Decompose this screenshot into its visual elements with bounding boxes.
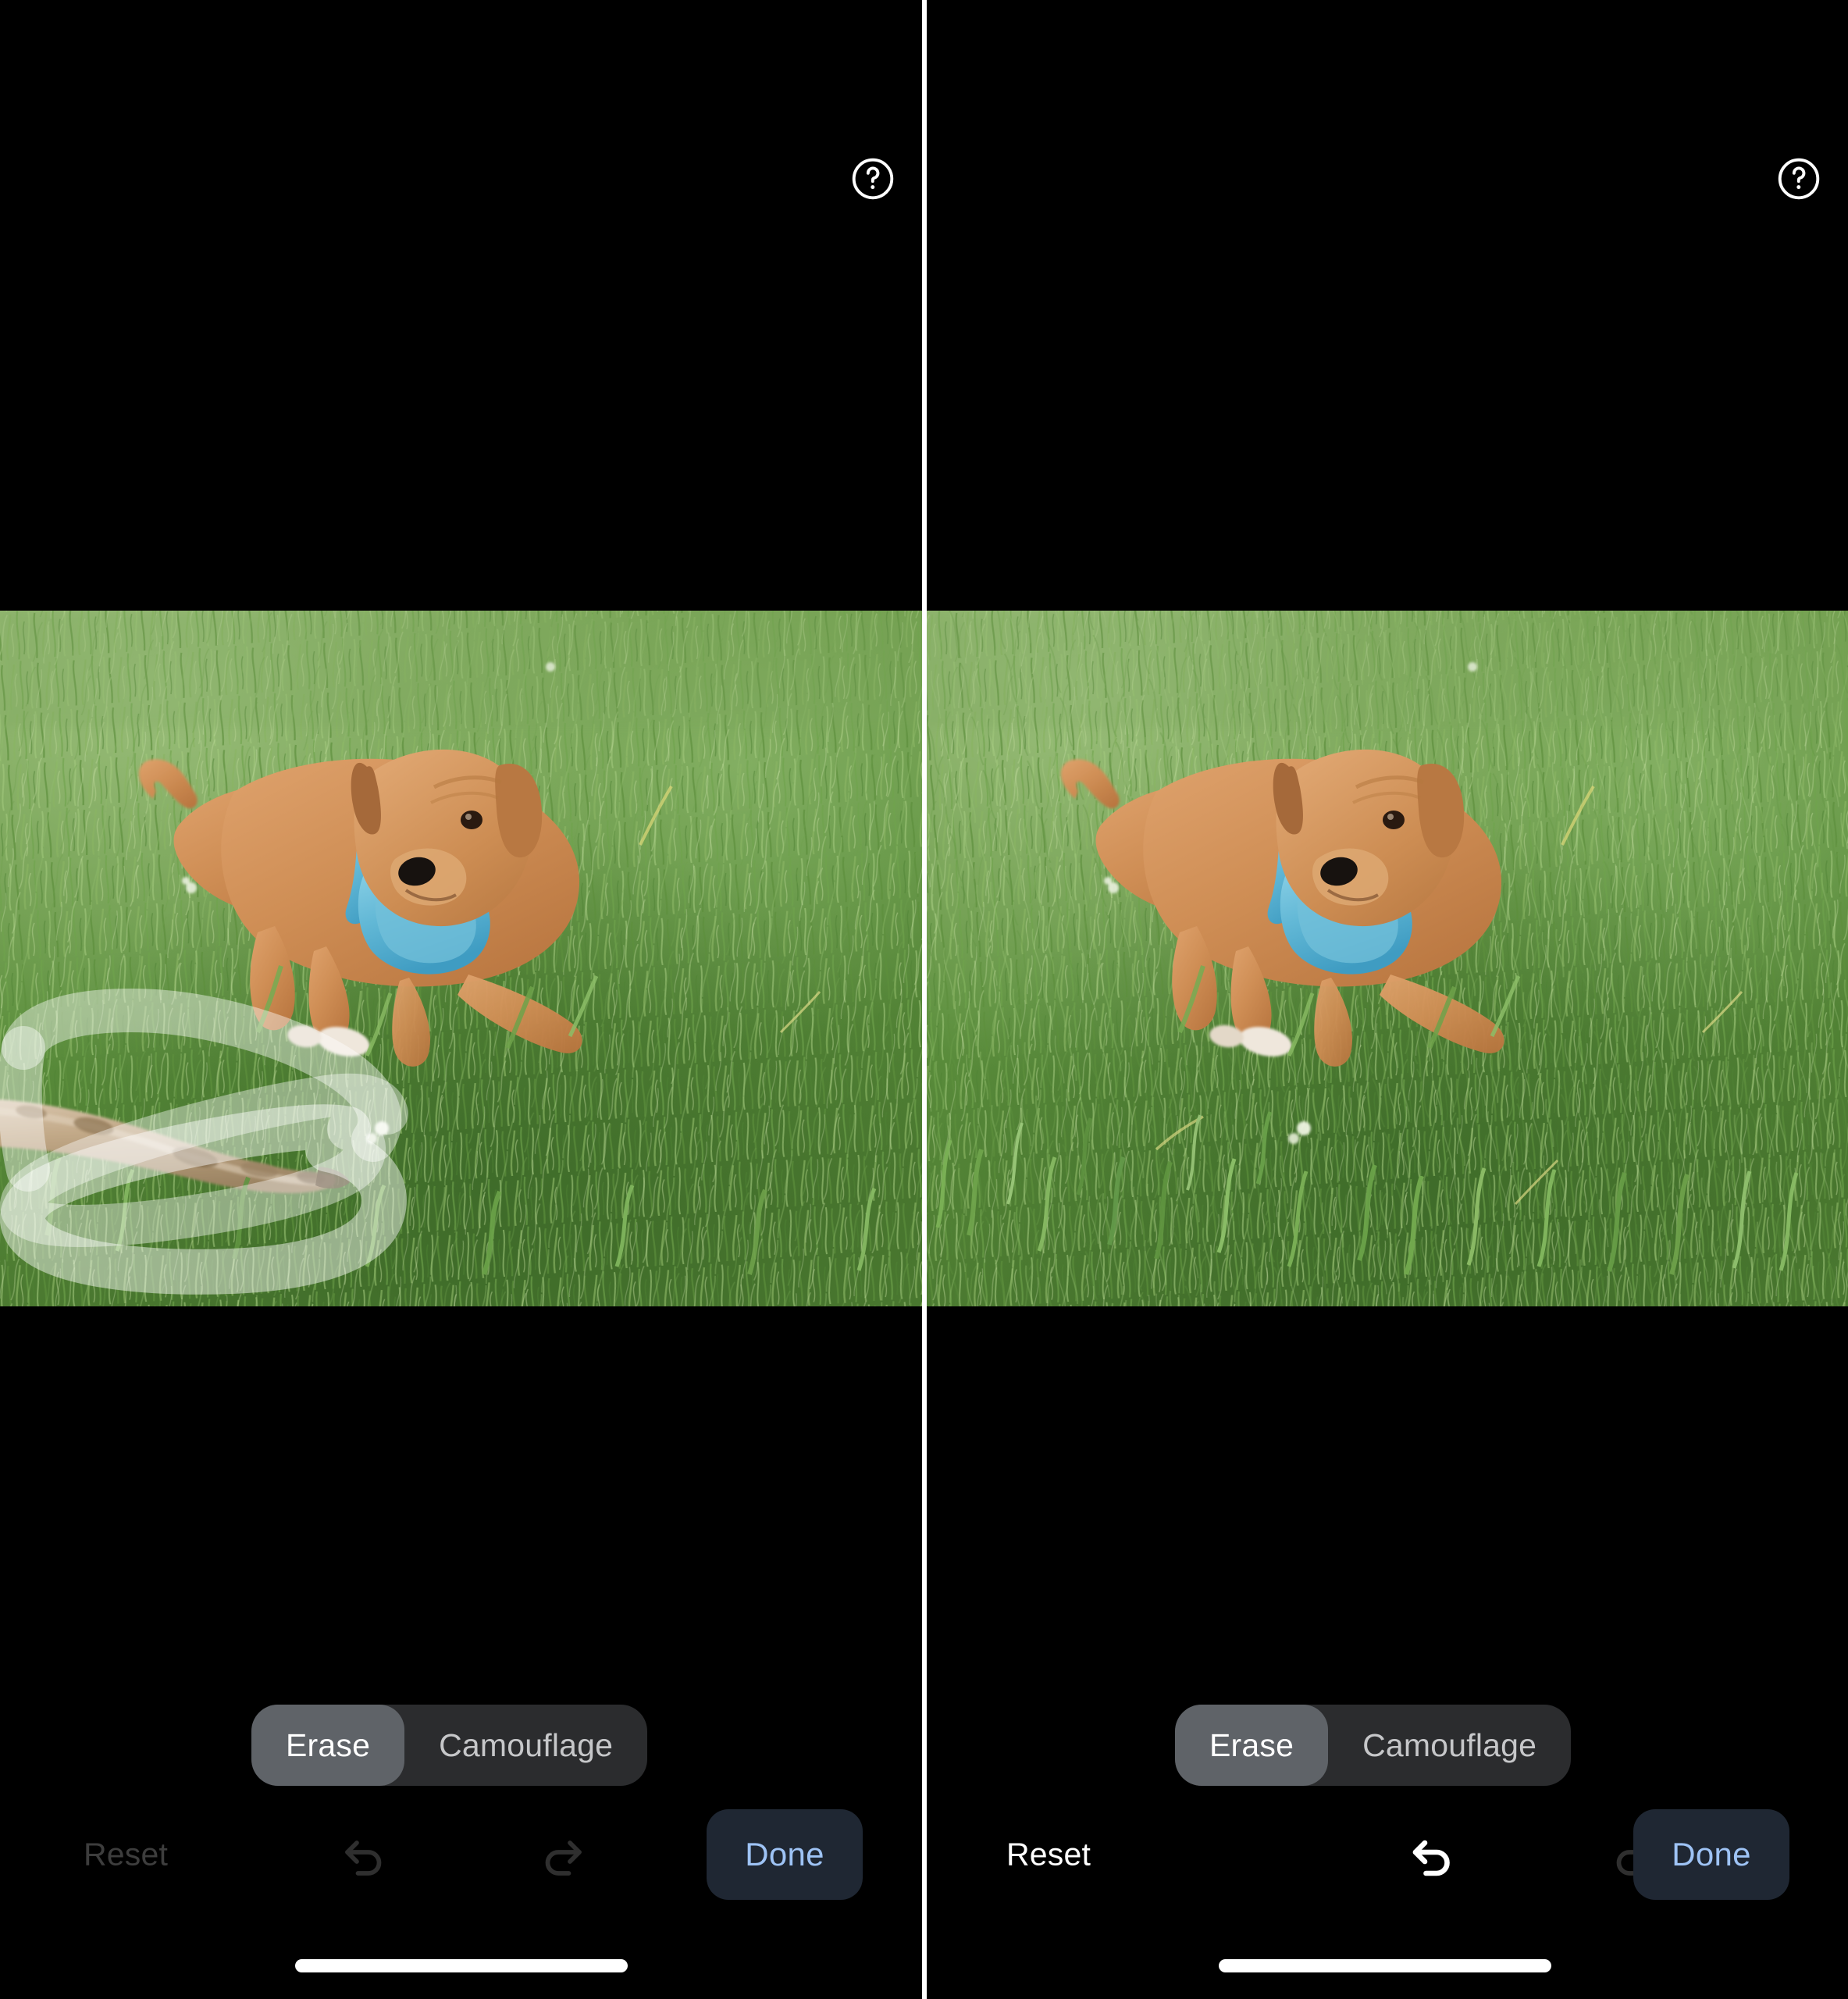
- action-bar-before: Reset Done: [0, 1800, 922, 1909]
- home-indicator[interactable]: [294, 1959, 628, 1972]
- mode-selector-after[interactable]: Erase Camouflage: [1175, 1705, 1572, 1786]
- panel-before: Erase Camouflage Reset Done: [0, 0, 922, 1999]
- panel-divider: [922, 0, 927, 1999]
- reset-button[interactable]: Reset: [84, 1837, 168, 1873]
- action-bar-after: Reset Done: [922, 1800, 1848, 1909]
- photo-canvas-before[interactable]: [0, 611, 922, 1306]
- panel-after: Erase Camouflage Reset Done: [922, 0, 1848, 1999]
- photo-canvas-after[interactable]: [922, 611, 1848, 1306]
- undo-arrow-icon[interactable]: [328, 1819, 400, 1890]
- screenshot-stage: Erase Camouflage Reset Done Erase Camouf…: [0, 0, 1848, 1999]
- help-circle-icon[interactable]: [1775, 155, 1823, 203]
- done-button[interactable]: Done: [1633, 1809, 1789, 1900]
- reset-button[interactable]: Reset: [1006, 1837, 1091, 1873]
- redo-arrow-icon[interactable]: [527, 1819, 599, 1890]
- undo-arrow-icon[interactable]: [1396, 1819, 1468, 1890]
- mode-selector-before[interactable]: Erase Camouflage: [251, 1705, 648, 1786]
- mode-option-erase[interactable]: Erase: [1175, 1705, 1329, 1786]
- help-circle-icon[interactable]: [849, 155, 897, 203]
- mode-option-camouflage[interactable]: Camouflage: [1328, 1705, 1571, 1786]
- mode-option-erase[interactable]: Erase: [251, 1705, 405, 1786]
- mode-option-camouflage[interactable]: Camouflage: [404, 1705, 647, 1786]
- home-indicator[interactable]: [1219, 1959, 1551, 1972]
- done-button[interactable]: Done: [707, 1809, 863, 1900]
